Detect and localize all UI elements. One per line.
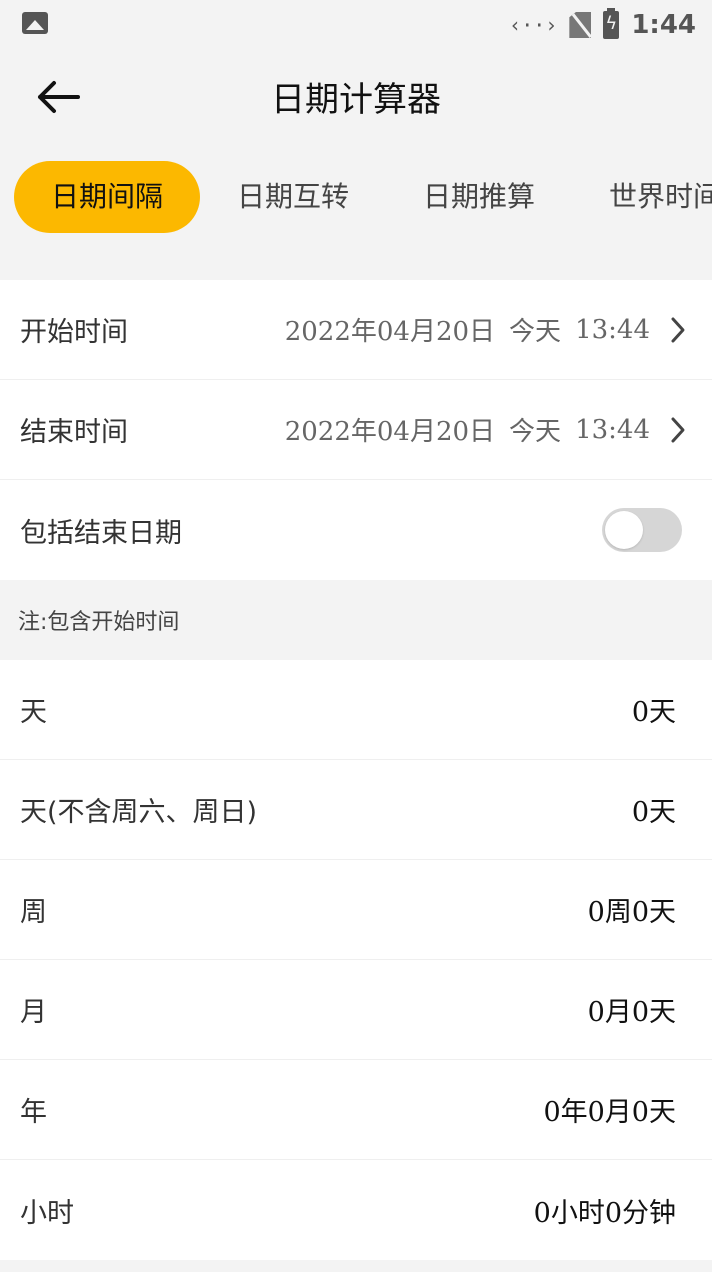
result-value: 0月0天 — [587, 997, 676, 1028]
app-header: 日期计算器 — [0, 52, 712, 142]
result-row-weeks: 周 0周0天 — [0, 860, 712, 960]
page-title: 日期计算器 — [271, 80, 441, 120]
result-row-days: 天 0天 — [0, 660, 712, 760]
result-row-hours: 小时 0小时0分钟 — [0, 1160, 712, 1260]
end-time-label: 结束时间 — [20, 417, 128, 448]
result-label: 天(不含周六、周日) — [20, 797, 258, 828]
result-label: 小时 — [20, 1197, 74, 1229]
include-end-date-row: 包括结束日期 — [0, 480, 712, 580]
end-date-value: 2022年04月20日 — [284, 417, 496, 447]
start-time-row[interactable]: 开始时间 2022年04月20日 今天 13:44 — [0, 280, 712, 380]
tab-date-convert[interactable]: 日期互转 — [200, 161, 386, 233]
status-time: 1:44 — [631, 10, 696, 40]
tab-date-calculate[interactable]: 日期推算 — [386, 161, 572, 233]
chevron-right-icon — [664, 416, 692, 444]
result-row-workdays: 天(不含周六、周日) 0天 — [0, 760, 712, 860]
image-icon — [22, 12, 48, 34]
battery-charging-icon — [603, 8, 620, 39]
result-label: 年 — [20, 1097, 47, 1128]
status-bar: ‹··› 1:44 — [0, 0, 712, 50]
data-transfer-icon: ‹··› — [509, 13, 558, 37]
no-sim-icon — [569, 12, 592, 38]
start-today-label: 今天 — [509, 317, 562, 347]
mode-tabs: 日期间隔 日期互转 日期推算 世界时间 — [0, 160, 712, 234]
note-text: 注:包含开始时间 — [18, 610, 180, 635]
result-label: 周 — [20, 897, 47, 928]
result-value: 0天 — [631, 797, 676, 828]
result-row-years: 年 0年0月0天 — [0, 1060, 712, 1160]
result-value: 0天 — [631, 697, 676, 728]
start-date-value: 2022年04月20日 — [284, 317, 496, 347]
end-time-row[interactable]: 结束时间 2022年04月20日 今天 13:44 — [0, 380, 712, 480]
result-value: 0小时0分钟 — [533, 1197, 676, 1229]
result-label: 月 — [20, 997, 47, 1028]
include-end-date-toggle[interactable] — [602, 508, 682, 552]
start-time-label: 开始时间 — [20, 317, 128, 348]
toggle-knob — [605, 511, 643, 549]
include-end-date-label: 包括结束日期 — [20, 517, 182, 549]
result-row-months: 月 0月0天 — [0, 960, 712, 1060]
result-value: 0年0月0天 — [543, 1097, 676, 1128]
settings-panel: 开始时间 2022年04月20日 今天 13:44 结束时间 2022年04月2… — [0, 280, 712, 580]
tab-date-interval[interactable]: 日期间隔 — [14, 161, 201, 233]
end-today-label: 今天 — [509, 417, 562, 447]
tab-world-time[interactable]: 世界时间 — [572, 161, 712, 233]
chevron-right-icon — [664, 316, 692, 344]
start-time-value: 13:44 — [575, 314, 650, 345]
result-label: 天 — [20, 697, 47, 728]
end-time-value: 13:44 — [575, 414, 650, 445]
result-value: 0周0天 — [587, 897, 676, 928]
results-panel: 天 0天 天(不含周六、周日) 0天 周 0周0天 月 0月0天 年 0年0月0… — [0, 660, 712, 1260]
